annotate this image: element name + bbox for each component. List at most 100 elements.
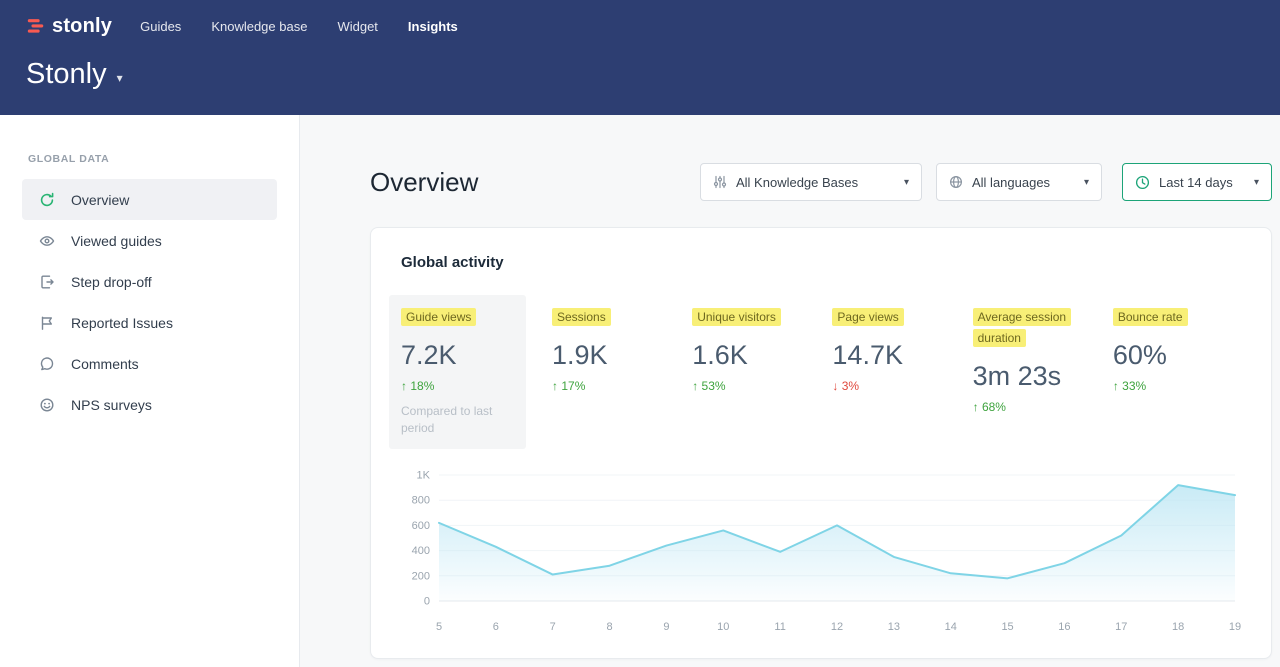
stonly-logo[interactable]: stonly bbox=[26, 15, 112, 38]
metric-change: ↑ 18% bbox=[401, 379, 514, 393]
sidebar-item-step-drop-off[interactable]: Step drop-off bbox=[22, 261, 277, 302]
nav-item-guides[interactable]: Guides bbox=[140, 19, 181, 34]
metric-average-session-duration[interactable]: Average session duration 3m 23s ↑ 68% bbox=[961, 295, 1101, 449]
svg-text:5: 5 bbox=[436, 621, 442, 633]
sidebar: GLOBAL DATA Overview Viewed guides Step … bbox=[0, 115, 300, 667]
chart-area: 02004006008001K5678910111213141516171819 bbox=[401, 469, 1241, 644]
sidebar-item-viewed-guides[interactable]: Viewed guides bbox=[22, 220, 277, 261]
svg-text:8: 8 bbox=[607, 621, 613, 633]
metric-sessions[interactable]: Sessions 1.9K ↑ 17% bbox=[540, 295, 680, 449]
page-title: Overview bbox=[370, 167, 478, 198]
metric-change-value: 68% bbox=[982, 400, 1006, 414]
workspace-switcher[interactable]: Stonly ▾ bbox=[26, 58, 1280, 91]
metric-label: Bounce rate bbox=[1113, 308, 1188, 326]
sidebar-item-label: NPS surveys bbox=[71, 397, 152, 413]
svg-text:1K: 1K bbox=[417, 469, 431, 481]
knowledge-bases-filter-dropdown[interactable]: All Knowledge Bases ▾ bbox=[700, 163, 922, 201]
languages-filter-dropdown[interactable]: All languages ▾ bbox=[936, 163, 1102, 201]
svg-text:18: 18 bbox=[1172, 621, 1184, 633]
metric-value: 14.7K bbox=[832, 340, 948, 371]
sidebar-item-label: Viewed guides bbox=[71, 233, 162, 249]
metric-change: ↑ 17% bbox=[552, 379, 668, 393]
overview-icon bbox=[39, 192, 55, 208]
svg-text:200: 200 bbox=[412, 570, 430, 582]
svg-text:11: 11 bbox=[774, 621, 785, 633]
trend-arrow-icon: ↑ bbox=[401, 379, 407, 393]
svg-text:0: 0 bbox=[424, 595, 430, 607]
stonly-logo-icon bbox=[26, 17, 46, 35]
globe-icon bbox=[949, 175, 963, 189]
metric-value: 7.2K bbox=[401, 340, 514, 371]
top-navigation: Guides Knowledge base Widget Insights bbox=[140, 19, 458, 34]
svg-text:600: 600 bbox=[412, 519, 430, 531]
metric-label: Guide views bbox=[401, 308, 476, 326]
workspace-caret-icon: ▾ bbox=[117, 71, 123, 85]
comment-icon bbox=[39, 356, 55, 372]
nav-item-knowledge-base[interactable]: Knowledge base bbox=[211, 19, 307, 34]
metric-label: Average session duration bbox=[973, 308, 1072, 347]
metric-value: 1.6K bbox=[692, 340, 808, 371]
metric-change-value: 33% bbox=[1122, 379, 1146, 393]
flag-icon bbox=[39, 315, 55, 331]
metric-unique-visitors[interactable]: Unique visitors 1.6K ↑ 53% bbox=[680, 295, 820, 449]
metrics-row: Guide views 7.2K ↑ 18% Compared to last … bbox=[389, 295, 1241, 449]
metric-bounce-rate[interactable]: Bounce rate 60% ↑ 33% bbox=[1101, 295, 1241, 449]
metric-note: Compared to last period bbox=[401, 403, 514, 437]
logo-text: stonly bbox=[52, 15, 112, 38]
svg-text:800: 800 bbox=[412, 494, 430, 506]
date-range-filter-dropdown[interactable]: Last 14 days ▾ bbox=[1122, 163, 1272, 201]
metric-value: 60% bbox=[1113, 340, 1229, 371]
svg-text:6: 6 bbox=[493, 621, 499, 633]
svg-text:14: 14 bbox=[945, 621, 957, 633]
metric-value: 1.9K bbox=[552, 340, 668, 371]
svg-text:7: 7 bbox=[550, 621, 556, 633]
chevron-down-icon: ▾ bbox=[1246, 177, 1259, 188]
app-header: stonly Guides Knowledge base Widget Insi… bbox=[0, 0, 1280, 115]
filter-bar: All Knowledge Bases ▾ All languages ▾ La… bbox=[700, 163, 1272, 201]
nav-item-insights[interactable]: Insights bbox=[408, 19, 458, 34]
svg-text:10: 10 bbox=[717, 621, 729, 633]
svg-text:12: 12 bbox=[831, 621, 843, 633]
metric-label: Sessions bbox=[552, 308, 611, 326]
global-activity-card: Global activity Guide views 7.2K ↑ 18% C… bbox=[370, 227, 1272, 659]
metric-change: ↓ 3% bbox=[832, 379, 948, 393]
trend-arrow-icon: ↑ bbox=[692, 379, 698, 393]
card-title: Global activity bbox=[401, 254, 1241, 271]
filter-label: All languages bbox=[972, 175, 1050, 190]
sidebar-section-label: GLOBAL DATA bbox=[28, 153, 299, 165]
workspace-name: Stonly bbox=[26, 58, 107, 91]
knowledge-bases-filter-icon bbox=[713, 175, 727, 189]
metric-change-value: 3% bbox=[842, 379, 859, 393]
sidebar-item-label: Overview bbox=[71, 192, 129, 208]
metric-change: ↑ 68% bbox=[973, 400, 1089, 414]
sidebar-item-nps-surveys[interactable]: NPS surveys bbox=[22, 384, 277, 425]
nav-item-widget[interactable]: Widget bbox=[337, 19, 377, 34]
sidebar-item-comments[interactable]: Comments bbox=[22, 343, 277, 384]
metric-label: Unique visitors bbox=[692, 308, 781, 326]
sidebar-item-label: Reported Issues bbox=[71, 315, 173, 331]
sidebar-item-overview[interactable]: Overview bbox=[22, 179, 277, 220]
clock-icon bbox=[1135, 175, 1150, 190]
step-dropoff-icon bbox=[39, 274, 55, 290]
trend-arrow-icon: ↑ bbox=[552, 379, 558, 393]
main-content: Overview All Knowledge Bases ▾ All langu… bbox=[300, 115, 1280, 667]
svg-text:15: 15 bbox=[1001, 621, 1013, 633]
metric-label: Page views bbox=[832, 308, 903, 326]
filter-label: Last 14 days bbox=[1159, 175, 1233, 190]
svg-text:16: 16 bbox=[1058, 621, 1070, 633]
svg-text:9: 9 bbox=[663, 621, 669, 633]
sidebar-item-reported-issues[interactable]: Reported Issues bbox=[22, 302, 277, 343]
metric-change: ↑ 53% bbox=[692, 379, 808, 393]
global-activity-chart: 02004006008001K5678910111213141516171819 bbox=[401, 469, 1241, 639]
trend-arrow-icon: ↑ bbox=[973, 400, 979, 414]
metric-page-views[interactable]: Page views 14.7K ↓ 3% bbox=[820, 295, 960, 449]
filter-label: All Knowledge Bases bbox=[736, 175, 858, 190]
metric-change-value: 17% bbox=[561, 379, 585, 393]
svg-text:19: 19 bbox=[1229, 621, 1241, 633]
metric-guide-views[interactable]: Guide views 7.2K ↑ 18% Compared to last … bbox=[389, 295, 526, 449]
svg-text:400: 400 bbox=[412, 545, 430, 557]
metric-change: ↑ 33% bbox=[1113, 379, 1229, 393]
svg-text:17: 17 bbox=[1115, 621, 1127, 633]
metric-value: 3m 23s bbox=[973, 361, 1089, 392]
metric-change-value: 53% bbox=[702, 379, 726, 393]
